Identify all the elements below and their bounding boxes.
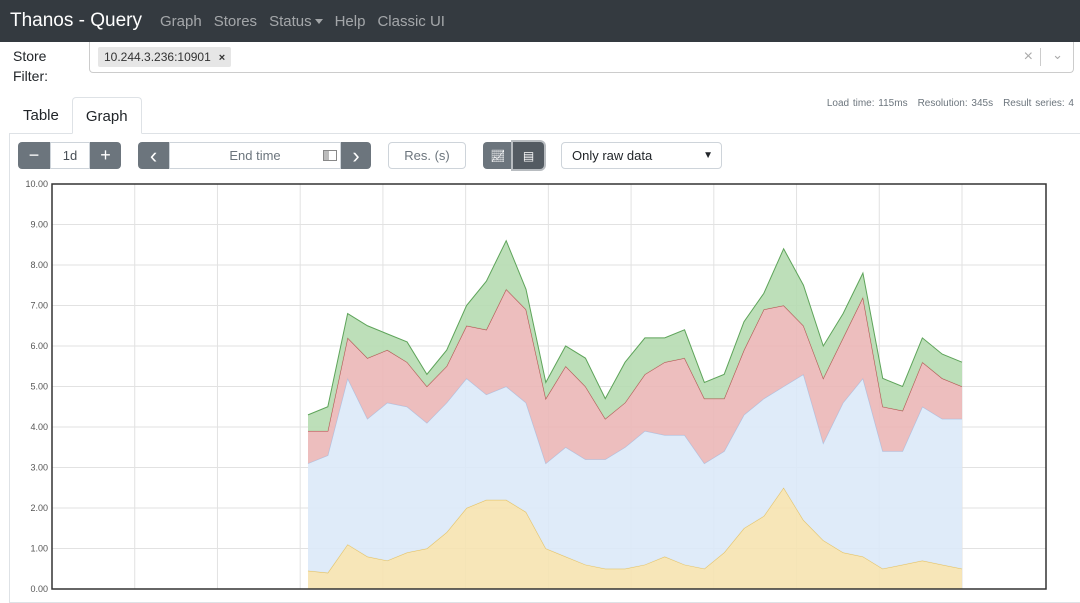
y-tick-label: 5.00 (30, 382, 48, 392)
end-time-input[interactable]: End time (169, 142, 341, 169)
load-time: Load time: 115ms (826, 98, 908, 109)
nav-stores[interactable]: Stores (214, 13, 257, 30)
brand[interactable]: Thanos - Query (10, 10, 142, 32)
store-chip: 10.244.3.236:10901 × (98, 47, 232, 67)
nav-classic-ui[interactable]: Classic UI (377, 13, 445, 30)
select-value: Only raw data (572, 148, 653, 163)
y-tick-label: 6.00 (30, 341, 48, 351)
nav-status[interactable]: Status (269, 13, 323, 30)
navbar: Thanos - Query Graph Stores Status Help … (0, 0, 1080, 42)
y-tick-label: 4.00 (30, 422, 48, 432)
resolution-placeholder: Res. (s) (404, 148, 450, 163)
calendar-icon[interactable] (323, 150, 337, 161)
next-time-button[interactable]: › (341, 142, 371, 169)
chevron-down-icon[interactable]: ⌄ (1052, 47, 1063, 63)
divider (1040, 48, 1041, 66)
y-tick-label: 8.00 (30, 260, 48, 270)
nav-help[interactable]: Help (335, 13, 366, 30)
stacked-area-chart[interactable]: 0.00 1.00 2.00 3.00 4.00 5.00 6.00 7.00 8.00 9.00… (0, 175, 1080, 595)
y-tick-label: 1.00 (30, 544, 48, 554)
label-line: Filter: (13, 68, 48, 84)
caret-down-icon (314, 19, 323, 25)
clear-icon[interactable]: × (1024, 48, 1033, 66)
chevron-down-icon: ▼ (703, 150, 713, 161)
chip-remove-icon[interactable]: × (219, 52, 225, 64)
y-tick-label: 2.00 (30, 503, 48, 513)
tab-graph[interactable]: Graph (71, 97, 142, 134)
end-time-placeholder: End time (229, 148, 281, 163)
range-input[interactable]: 1d (50, 142, 90, 169)
y-tick-label: 0.00 (30, 584, 48, 594)
store-filter-label: Store Filter: (13, 46, 48, 86)
decrease-range-button[interactable]: − (18, 142, 50, 169)
prev-time-button[interactable]: ‹ (138, 142, 169, 169)
store-chip-label: 10.244.3.236:10901 (104, 50, 211, 64)
stacked-chart-button[interactable]: ▤ (513, 142, 544, 169)
tab-table[interactable]: Table (10, 97, 72, 134)
line-chart-icon: 📈︎ (490, 148, 506, 163)
result-series: Result series: 4 (1003, 98, 1074, 109)
label-line: Store (13, 48, 47, 64)
increase-range-button[interactable]: + (90, 142, 121, 169)
y-tick-label: 9.00 (30, 220, 48, 230)
tabs: Table Graph (10, 97, 142, 134)
downsampling-select[interactable]: Only raw data ▼ (561, 142, 722, 169)
y-tick-label: 7.00 (30, 301, 48, 311)
line-chart-button[interactable]: 📈︎ (483, 142, 513, 169)
y-tick-label: 10.00 (25, 179, 48, 189)
nav-status-label: Status (269, 12, 312, 30)
resolution: Resolution: 345s (917, 98, 994, 109)
query-stats: Load time: 115ms Resolution: 345s Result s… (817, 98, 1074, 109)
area-chart-icon: ▤ (522, 148, 535, 163)
y-tick-label: 3.00 (30, 463, 48, 473)
resolution-input[interactable]: Res. (s) (388, 142, 466, 169)
nav-graph[interactable]: Graph (160, 13, 202, 30)
store-filter-input[interactable]: 10.244.3.236:10901 × × ⌄ (89, 42, 1074, 73)
